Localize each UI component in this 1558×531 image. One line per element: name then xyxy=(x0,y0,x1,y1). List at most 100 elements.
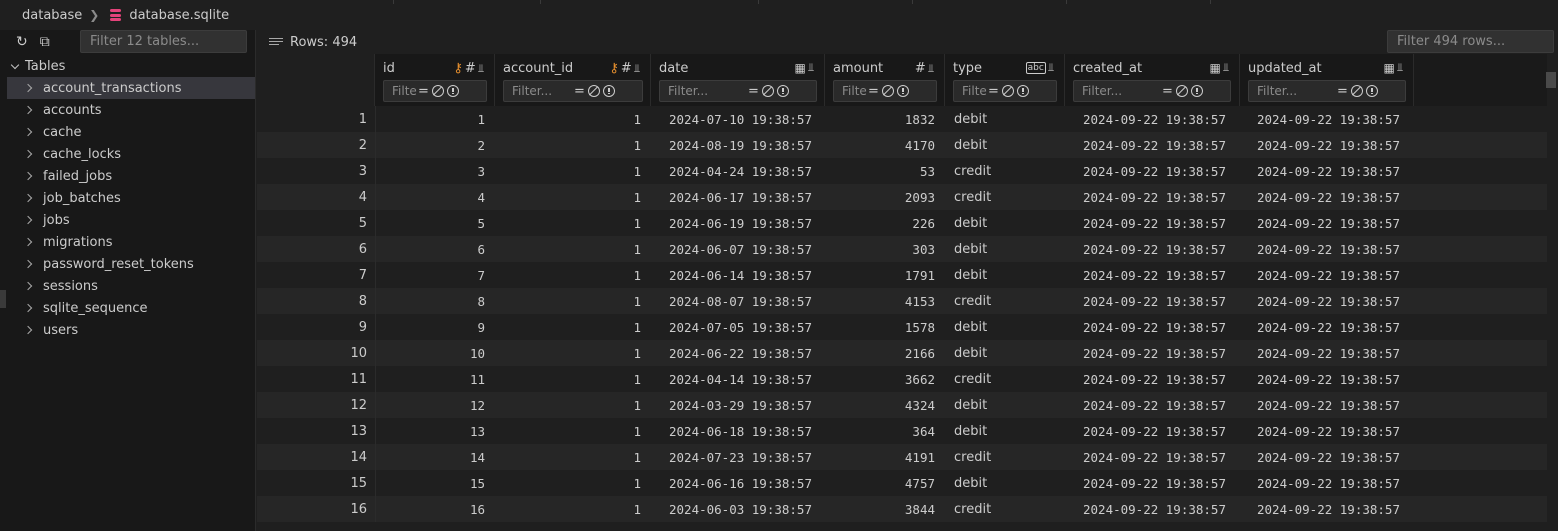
cell-account-id[interactable]: 1 xyxy=(495,190,641,205)
not-null-icon[interactable] xyxy=(1365,85,1378,97)
cell-date[interactable]: 2024-06-17 19:38:57 xyxy=(669,190,812,205)
cell-date[interactable]: 2024-08-19 19:38:57 xyxy=(669,138,812,153)
pin-icon[interactable]: ⫫ xyxy=(634,62,640,76)
null-icon[interactable] xyxy=(1350,85,1363,97)
cell-account-id[interactable]: 1 xyxy=(495,294,641,309)
not-null-icon[interactable] xyxy=(1190,85,1203,97)
cell-id[interactable]: 5 xyxy=(375,216,485,231)
pin-icon[interactable]: ⫫ xyxy=(1223,61,1229,75)
cell-created-at[interactable]: 2024-09-22 19:38:57 xyxy=(1083,476,1226,491)
sidebar-item-sessions[interactable]: sessions xyxy=(7,275,255,297)
cell-amount[interactable]: 4757 xyxy=(825,476,935,491)
cell-created-at[interactable]: 2024-09-22 19:38:57 xyxy=(1083,424,1226,439)
cell-account-id[interactable]: 1 xyxy=(495,372,641,387)
cell-amount[interactable]: 53 xyxy=(825,164,935,179)
table-row[interactable]: 11 11 1 2024-04-14 19:38:57 3662 credit 2024-0… xyxy=(257,366,1547,392)
cell-type[interactable]: credit xyxy=(954,502,991,517)
cell-updated-at[interactable]: 2024-09-22 19:38:57 xyxy=(1257,424,1400,439)
cell-updated-at[interactable]: 2024-09-22 19:38:57 xyxy=(1257,450,1400,465)
cell-type[interactable]: credit xyxy=(954,450,991,465)
cell-created-at[interactable]: 2024-09-22 19:38:57 xyxy=(1083,216,1226,231)
column-header-updated-at[interactable]: updated_at ▦⫫ = xyxy=(1240,54,1414,106)
column-header-id[interactable]: id ⚷#⫫ = xyxy=(375,54,495,106)
cell-created-at[interactable]: 2024-09-22 19:38:57 xyxy=(1083,294,1226,309)
cell-amount[interactable]: 3844 xyxy=(825,502,935,517)
collapse-all-icon[interactable]: ⧉ xyxy=(40,35,50,49)
cell-updated-at[interactable]: 2024-09-22 19:38:57 xyxy=(1257,476,1400,491)
cell-created-at[interactable]: 2024-09-22 19:38:57 xyxy=(1083,372,1226,387)
cell-id[interactable]: 7 xyxy=(375,268,485,283)
null-icon[interactable] xyxy=(1001,85,1014,97)
pin-icon[interactable]: ⫫ xyxy=(1048,61,1054,75)
cell-type[interactable]: debit xyxy=(954,320,987,335)
not-null-icon[interactable] xyxy=(1016,85,1029,97)
cell-created-at[interactable]: 2024-09-22 19:38:57 xyxy=(1083,190,1226,205)
cell-created-at[interactable]: 2024-09-22 19:38:57 xyxy=(1083,346,1226,361)
null-icon[interactable] xyxy=(881,85,894,97)
column-filter-input[interactable] xyxy=(834,81,868,101)
cell-amount[interactable]: 303 xyxy=(825,242,935,257)
cell-id[interactable]: 15 xyxy=(375,476,485,491)
cell-created-at[interactable]: 2024-09-22 19:38:57 xyxy=(1083,268,1226,283)
cell-date[interactable]: 2024-04-24 19:38:57 xyxy=(669,164,812,179)
sidebar-item-job-batches[interactable]: job_batches xyxy=(7,187,255,209)
column-filter-input[interactable] xyxy=(504,81,574,101)
cell-created-at[interactable]: 2024-09-22 19:38:57 xyxy=(1083,398,1226,413)
cell-updated-at[interactable]: 2024-09-22 19:38:57 xyxy=(1257,138,1400,153)
equals-icon[interactable]: = xyxy=(418,84,429,99)
cell-amount[interactable]: 3662 xyxy=(825,372,935,387)
cell-amount[interactable]: 2093 xyxy=(825,190,935,205)
cell-id[interactable]: 16 xyxy=(375,502,485,517)
cell-amount[interactable]: 1832 xyxy=(825,112,935,127)
cell-date[interactable]: 2024-06-16 19:38:57 xyxy=(669,476,812,491)
sidebar-item-cache-locks[interactable]: cache_locks xyxy=(7,143,255,165)
cell-amount[interactable]: 1578 xyxy=(825,320,935,335)
cell-updated-at[interactable]: 2024-09-22 19:38:57 xyxy=(1257,216,1400,231)
cell-created-at[interactable]: 2024-09-22 19:38:57 xyxy=(1083,320,1226,335)
cell-date[interactable]: 2024-06-22 19:38:57 xyxy=(669,346,812,361)
null-icon[interactable] xyxy=(431,85,444,97)
sidebar-item-jobs[interactable]: jobs xyxy=(7,209,255,231)
pin-icon[interactable]: ⫫ xyxy=(478,62,484,76)
cell-created-at[interactable]: 2024-09-22 19:38:57 xyxy=(1083,242,1226,257)
table-row[interactable]: 3 3 1 2024-04-24 19:38:57 53 credit 2024-09-22… xyxy=(257,158,1547,184)
equals-icon[interactable]: = xyxy=(748,84,759,99)
cell-date[interactable]: 2024-06-07 19:38:57 xyxy=(669,242,812,257)
cell-updated-at[interactable]: 2024-09-22 19:38:57 xyxy=(1257,242,1400,257)
cell-date[interactable]: 2024-06-19 19:38:57 xyxy=(669,216,812,231)
cell-account-id[interactable]: 1 xyxy=(495,346,641,361)
cell-id[interactable]: 8 xyxy=(375,294,485,309)
column-header-amount[interactable]: amount #⫫ = xyxy=(825,54,945,106)
cell-id[interactable]: 10 xyxy=(375,346,485,361)
cell-id[interactable]: 1 xyxy=(375,112,485,127)
column-header-account-id[interactable]: account_id ⚷#⫫ = xyxy=(495,54,651,106)
column-filter-input[interactable] xyxy=(1249,81,1337,101)
cell-updated-at[interactable]: 2024-09-22 19:38:57 xyxy=(1257,112,1400,127)
cell-account-id[interactable]: 1 xyxy=(495,216,641,231)
breadcrumb-file[interactable]: database.sqlite xyxy=(129,8,229,23)
cell-date[interactable]: 2024-06-14 19:38:57 xyxy=(669,268,812,283)
equals-icon[interactable]: = xyxy=(988,84,999,99)
pin-icon[interactable]: ⫫ xyxy=(1397,61,1403,75)
cell-date[interactable]: 2024-03-29 19:38:57 xyxy=(669,398,812,413)
cell-account-id[interactable]: 1 xyxy=(495,502,641,517)
pin-icon[interactable]: ⫫ xyxy=(928,62,934,76)
table-row[interactable]: 12 12 1 2024-03-29 19:38:57 4324 debit 2024-09… xyxy=(257,392,1547,418)
cell-updated-at[interactable]: 2024-09-22 19:38:57 xyxy=(1257,268,1400,283)
cell-type[interactable]: debit xyxy=(954,112,987,127)
column-header-type[interactable]: type abc⫫ = xyxy=(945,54,1065,106)
sidebar-item-accounts[interactable]: accounts xyxy=(7,99,255,121)
cell-id[interactable]: 13 xyxy=(375,424,485,439)
cell-account-id[interactable]: 1 xyxy=(495,476,641,491)
sidebar-item-cache[interactable]: cache xyxy=(7,121,255,143)
table-row[interactable]: 1 1 1 2024-07-10 19:38:57 1832 debit 2024-09-2… xyxy=(257,106,1547,132)
null-icon[interactable] xyxy=(587,85,600,97)
cell-account-id[interactable]: 1 xyxy=(495,138,641,153)
cell-account-id[interactable]: 1 xyxy=(495,398,641,413)
cell-amount[interactable]: 4170 xyxy=(825,138,935,153)
not-null-icon[interactable] xyxy=(896,85,909,97)
column-filter-input[interactable] xyxy=(384,81,418,101)
cell-amount[interactable]: 4153 xyxy=(825,294,935,309)
column-header-date[interactable]: date ▦⫫ = xyxy=(651,54,825,106)
cell-type[interactable]: credit xyxy=(954,190,991,205)
